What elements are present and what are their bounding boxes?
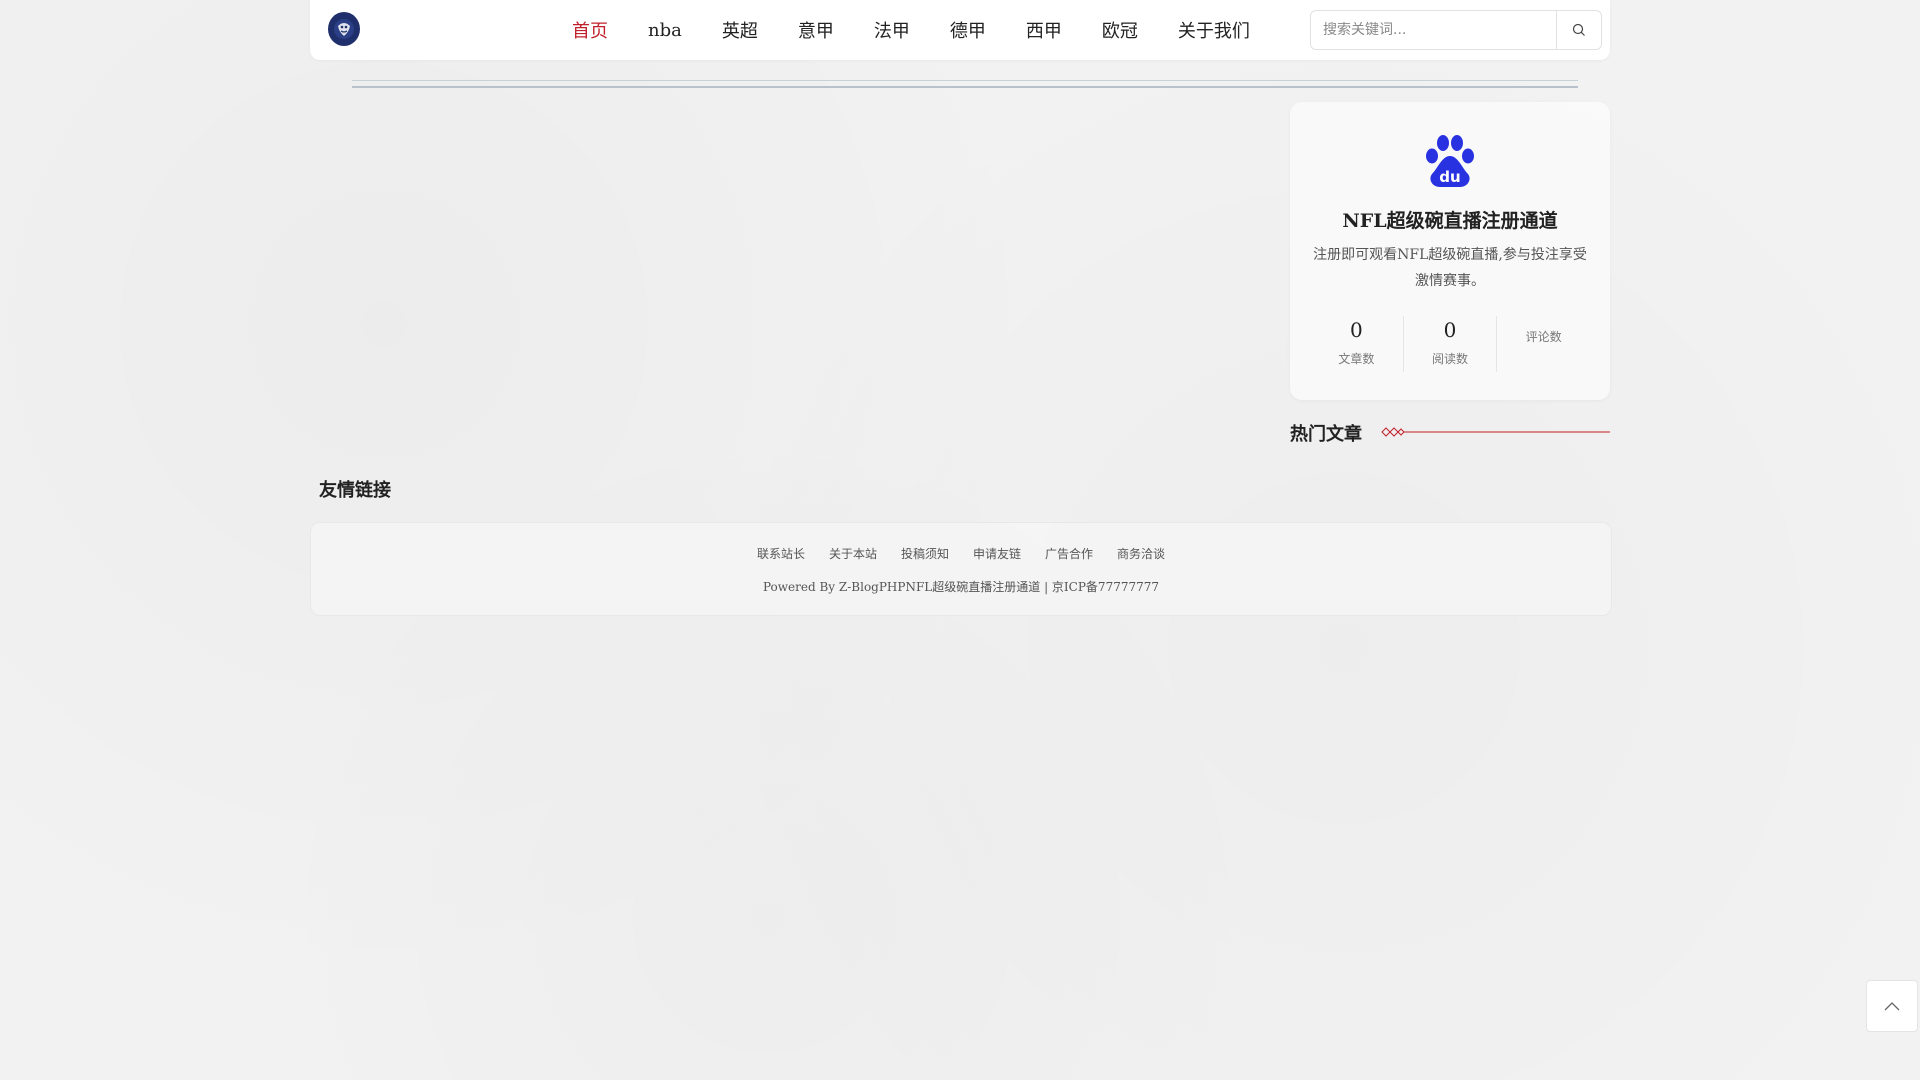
hot-articles-heading: 热门文章 bbox=[1290, 420, 1610, 446]
site-logo[interactable] bbox=[328, 12, 360, 46]
footer-link-business[interactable]: 商务洽谈 bbox=[1117, 545, 1165, 562]
footer-link-submission[interactable]: 投稿须知 bbox=[901, 545, 949, 562]
stat-articles-label: 文章数 bbox=[1338, 352, 1375, 366]
nav-item-premier-league[interactable]: 英超 bbox=[722, 17, 758, 43]
nav-item-ligue-1[interactable]: 法甲 bbox=[874, 17, 910, 43]
back-to-top-button[interactable] bbox=[1866, 980, 1918, 1032]
footer-link-about[interactable]: 关于本站 bbox=[829, 545, 877, 562]
nav-item-la-liga[interactable]: 西甲 bbox=[1026, 17, 1062, 43]
stat-reads-value: 0 bbox=[1443, 318, 1457, 342]
lion-crest-icon bbox=[334, 19, 354, 39]
search-icon bbox=[1572, 23, 1585, 36]
search-button[interactable] bbox=[1556, 11, 1601, 49]
friend-links-title: 友情链接 bbox=[319, 480, 391, 501]
search-box bbox=[1310, 10, 1602, 50]
stat-reads-label: 阅读数 bbox=[1432, 352, 1469, 366]
search-input[interactable] bbox=[1311, 11, 1556, 49]
profile-card: du NFL超级碗直播注册通道 注册即可观看NFL超级碗直播,参与投注享受激情赛… bbox=[1290, 102, 1610, 400]
site-footer: 联系站长 关于本站 投稿须知 申请友链 广告合作 商务洽谈 Powered By… bbox=[310, 522, 1612, 616]
nav-item-champions-league[interactable]: 欧冠 bbox=[1102, 17, 1138, 43]
profile-stats: 0 文章数 0 阅读数 评论数 bbox=[1310, 316, 1590, 372]
nav-item-bundesliga[interactable]: 德甲 bbox=[950, 17, 986, 43]
stat-comments-label: 评论数 bbox=[1525, 330, 1562, 344]
heading-ornament-icon bbox=[1381, 427, 1610, 437]
site-header: 首页 nba 英超 意甲 法甲 德甲 西甲 欧冠 关于我们 bbox=[310, 0, 1610, 60]
chevron-up-icon bbox=[1884, 1002, 1900, 1011]
stat-articles: 0 文章数 bbox=[1310, 316, 1403, 372]
stat-articles-value: 0 bbox=[1349, 318, 1363, 342]
header-divider bbox=[352, 80, 1578, 88]
profile-description: 注册即可观看NFL超级碗直播,参与投注享受激情赛事。 bbox=[1313, 247, 1587, 289]
baidu-paw-icon: du bbox=[1426, 135, 1474, 187]
nav-item-home[interactable]: 首页 bbox=[572, 17, 608, 43]
main-nav: 首页 nba 英超 意甲 法甲 德甲 西甲 欧冠 关于我们 bbox=[572, 0, 1250, 60]
nav-item-serie-a[interactable]: 意甲 bbox=[798, 17, 834, 43]
hot-articles-title: 热门文章 bbox=[1290, 424, 1362, 445]
footer-link-apply-link[interactable]: 申请友链 bbox=[973, 545, 1021, 562]
footer-link-ads[interactable]: 广告合作 bbox=[1045, 545, 1093, 562]
nav-item-about-us[interactable]: 关于我们 bbox=[1178, 17, 1250, 43]
stat-reads: 0 阅读数 bbox=[1402, 316, 1497, 372]
stat-comments: 评论数 bbox=[1496, 316, 1590, 372]
footer-copyright: Powered By Z-BlogPHPNFL超级碗直播注册通道 | 京ICP备… bbox=[762, 580, 1160, 594]
profile-name: NFL超级碗直播注册通道 bbox=[1342, 210, 1558, 232]
svg-text:du: du bbox=[1439, 168, 1460, 186]
footer-links: 联系站长 关于本站 投稿须知 申请友链 广告合作 商务洽谈 bbox=[311, 545, 1611, 562]
nav-item-nba[interactable]: nba bbox=[648, 20, 682, 41]
footer-link-contact[interactable]: 联系站长 bbox=[757, 545, 805, 562]
